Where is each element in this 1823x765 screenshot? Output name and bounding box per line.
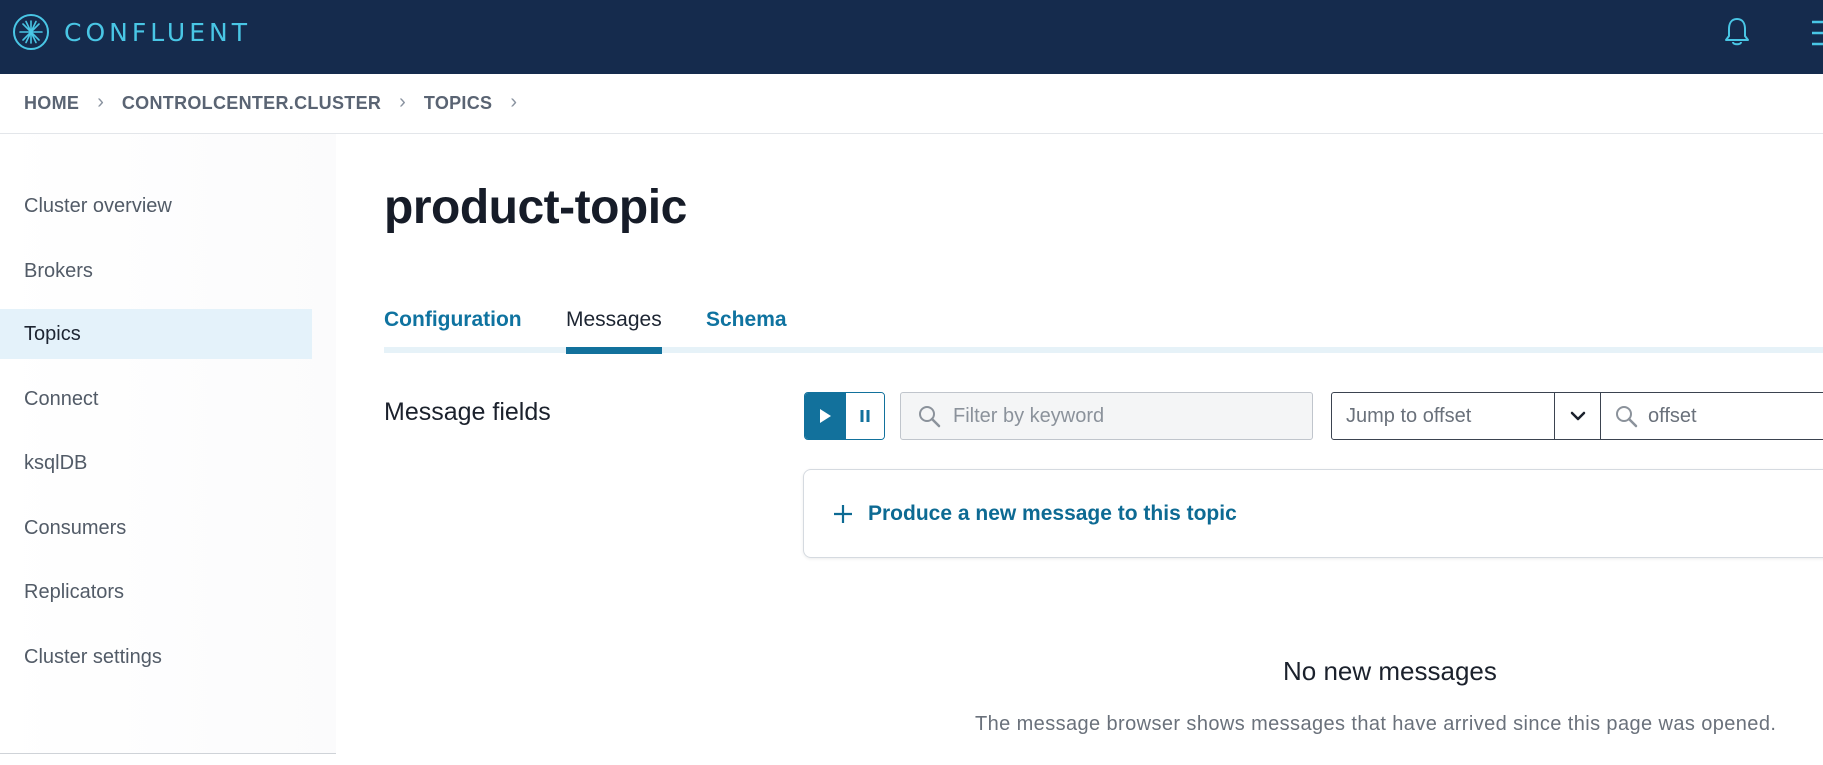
empty-state-description: The message browser shows messages that … [975,713,1777,735]
top-navigation-bar: CONFLUENT [0,0,1823,74]
hamburger-menu-icon[interactable] [1810,18,1823,48]
message-fields-title: Message fields [384,398,551,426]
jump-to-offset-select[interactable]: Jump to offset [1331,392,1555,440]
tab-messages[interactable]: Messages [566,308,662,332]
search-icon [919,406,941,428]
offset-input[interactable] [1648,404,1823,428]
empty-state-title: No new messages [1283,656,1497,686]
sidebar-item-cluster-settings[interactable]: Cluster settings [0,632,312,682]
brand-name: CONFLUENT [64,17,251,47]
pause-icon [860,410,870,422]
chevron-down-icon [1570,411,1585,421]
breadcrumb-home[interactable]: HOME [24,93,79,114]
produce-message-card[interactable]: Produce a new message to this topic [803,469,1823,558]
breadcrumb-separator: › [97,91,104,113]
page-title: product-topic [384,181,687,234]
play-button[interactable] [805,393,845,439]
plus-icon [834,504,852,523]
offset-field [1600,392,1823,440]
sidebar-item-brokers[interactable]: Brokers [0,246,312,296]
sidebar-item-consumers[interactable]: Consumers [0,503,312,553]
sidebar-item-connect[interactable]: Connect [0,374,312,424]
confluent-logo-icon [13,14,49,50]
search-icon [1616,406,1638,428]
sidebar-item-ksqldb[interactable]: ksqlDB [0,438,312,488]
breadcrumb-separator: › [510,91,517,113]
breadcrumb: HOME › CONTROLCENTER.CLUSTER › TOPICS › [0,74,1823,134]
stream-control-group [804,392,885,440]
sidebar-item-cluster-overview[interactable]: Cluster overview [0,181,312,231]
bell-icon[interactable] [1722,16,1752,48]
breadcrumb-separator: › [399,91,406,113]
jump-dropdown-button[interactable] [1554,392,1601,440]
brand-logo[interactable]: CONFLUENT [12,13,251,51]
play-icon [819,409,831,423]
sidebar-item-topics[interactable]: Topics [0,309,312,359]
filter-keyword-input[interactable] [953,404,1293,428]
breadcrumb-cluster[interactable]: CONTROLCENTER.CLUSTER [122,93,381,114]
produce-message-link[interactable]: Produce a new message to this topic [868,502,1237,526]
filter-field [900,392,1313,440]
sidebar-navigation: Cluster overview Brokers Topics Connect … [0,134,336,754]
sidebar-item-replicators[interactable]: Replicators [0,567,312,617]
active-tab-indicator [566,347,662,354]
breadcrumb-topics[interactable]: TOPICS [424,93,492,114]
tab-configuration[interactable]: Configuration [384,308,522,332]
tab-schema[interactable]: Schema [706,308,787,332]
pause-button[interactable] [844,393,884,439]
